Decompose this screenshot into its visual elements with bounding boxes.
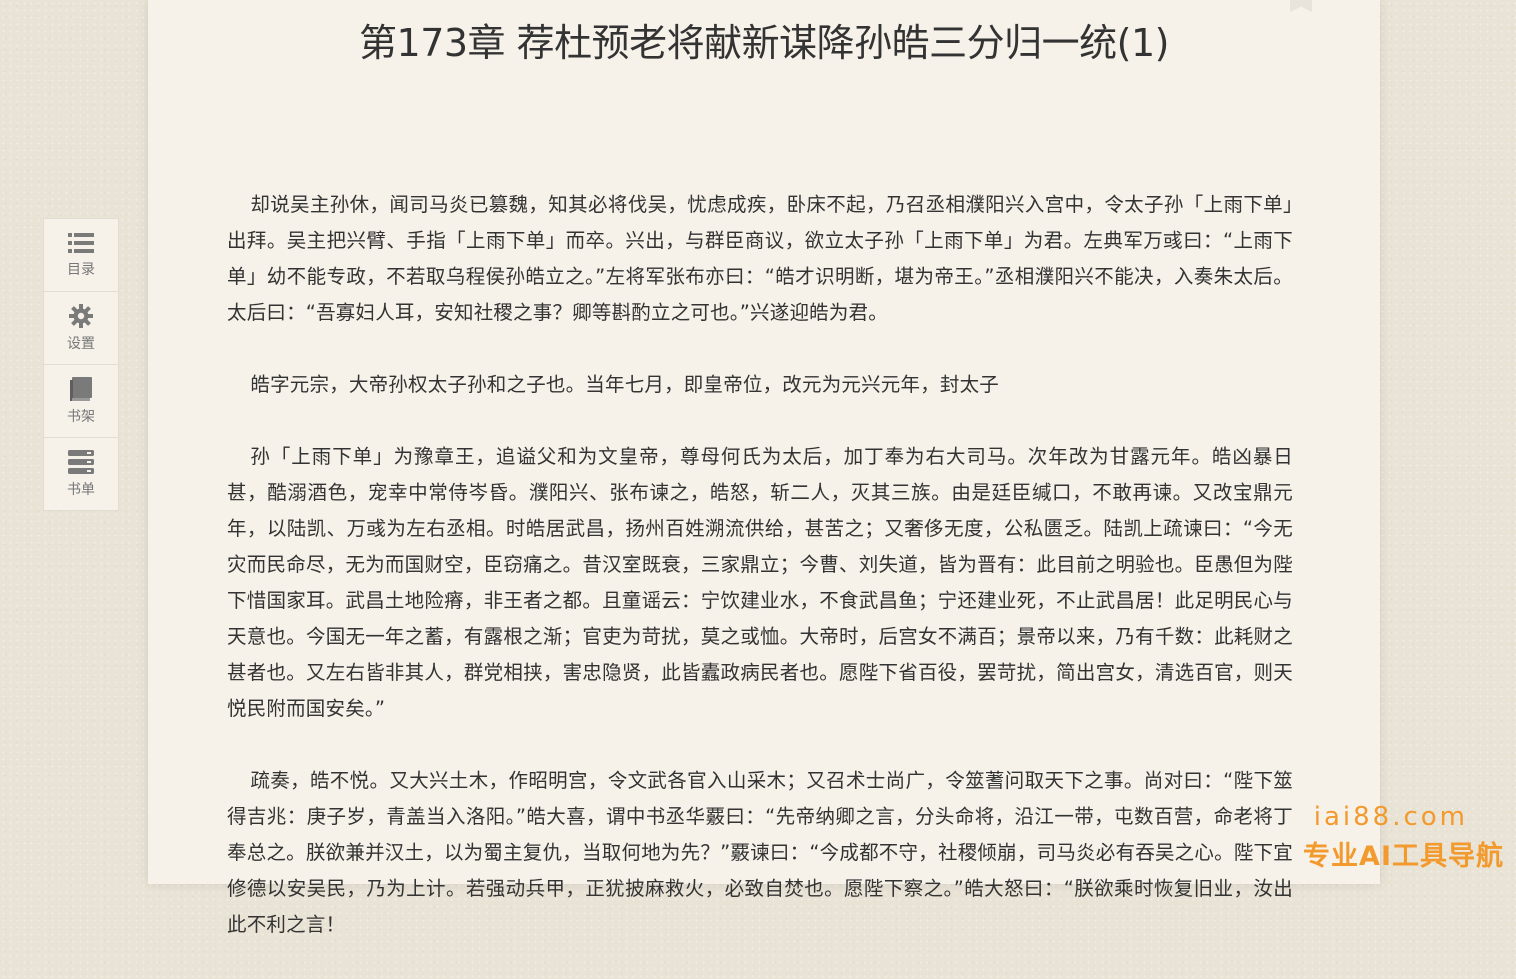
toolbar-settings-button[interactable]: 设置 <box>44 292 118 365</box>
paragraph: 皓字元宗，大帝孙权太子孙和之子也。当年七月，即皇帝位，改元为元兴元年，封太子 <box>250 373 999 396</box>
chapter-content: 却说吴主孙休，闻司马炎已篡魏，知其必将伐吴，忧虑成疾，卧床不起，乃召丞相濮阳兴入… <box>227 187 1293 979</box>
gear-icon <box>69 303 93 328</box>
toolbar-catalog-button[interactable]: 目录 <box>44 219 118 292</box>
toolbar-booklist-button[interactable]: 书单 <box>44 438 118 510</box>
toolbar-catalog-label: 目录 <box>67 261 95 278</box>
watermark-url: iai88.com <box>1313 802 1468 832</box>
paragraph: 疏奏，皓不悦。又大兴土木，作昭明宫，令文武各官入山采木；又召术士尚广，令筮蓍问取… <box>227 769 1293 936</box>
toolbar-bookshelf-label: 书架 <box>67 408 95 425</box>
booklist-icon <box>68 449 94 474</box>
reader-page: 第173章 荐杜预老将献新谋降孙皓三分归一统(1) 却说吴主孙休，闻司马炎已篡魏… <box>148 0 1380 936</box>
list-icon <box>68 232 94 253</box>
toolbar-settings-label: 设置 <box>67 335 95 352</box>
watermark-text: 专业AI工具导航 <box>1303 841 1504 872</box>
toolbar-bookshelf-button[interactable]: 书架 <box>44 365 118 438</box>
site-watermark: iai88.com 专业AI工具导航 <box>1303 802 1504 873</box>
paragraph: 孙「上雨下单」为豫章王，追谥父和为文皇帝，尊母何氏为太后，加丁奉为右大司马。次年… <box>227 445 1293 720</box>
side-toolbar: 目录 设置 书架 书单 <box>43 218 119 511</box>
bookmark-icon[interactable] <box>1290 0 1312 12</box>
paragraph: 却说吴主孙休，闻司马炎已篡魏，知其必将伐吴，忧虑成疾，卧床不起，乃召丞相濮阳兴入… <box>227 193 1293 324</box>
toolbar-booklist-label: 书单 <box>67 481 95 498</box>
book-icon <box>70 376 92 401</box>
chapter-title: 第173章 荐杜预老将献新谋降孙皓三分归一统(1) <box>359 21 1169 65</box>
